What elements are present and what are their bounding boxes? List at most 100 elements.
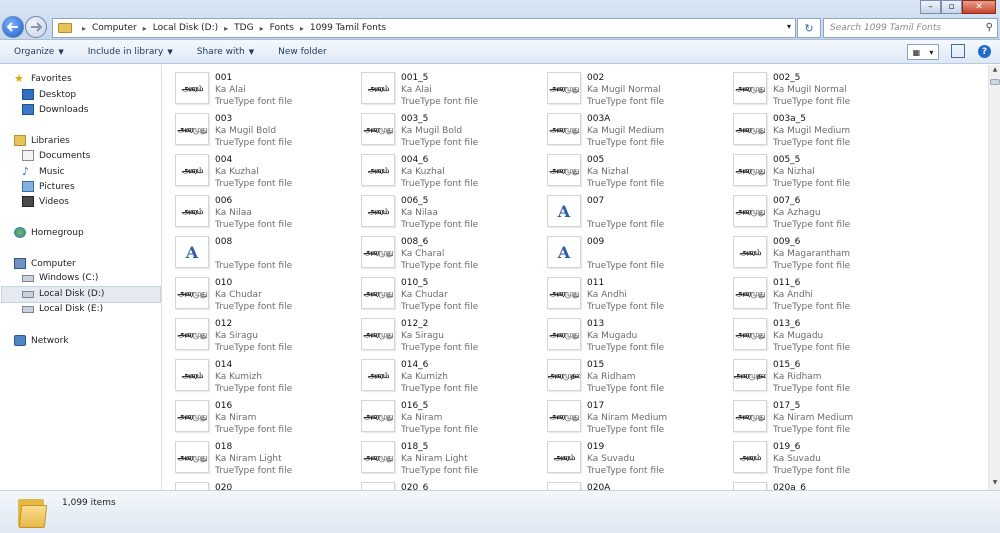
font-name: Ka Niram Medium — [773, 413, 854, 423]
refresh-button[interactable]: ↻ — [797, 18, 821, 38]
chevron-down-icon[interactable]: ▾ — [787, 22, 791, 31]
file-item[interactable]: அகரமுது 003A Ka Mugil Medium TrueType font … — [535, 108, 715, 148]
organize-button[interactable]: Organize ▼ — [12, 47, 66, 57]
breadcrumb-1099-tamil-fonts[interactable]: 1099 Tamil Fonts — [310, 23, 386, 33]
file-item[interactable]: அகரமுது 010_5 Ka Chudar TrueType font file — [349, 272, 529, 312]
nav-documents[interactable]: Documents — [22, 150, 90, 161]
file-item[interactable]: அகரமுது 016 Ka Niram TrueType font file — [163, 395, 343, 435]
breadcrumb-computer[interactable]: Computer ▸ — [92, 23, 147, 33]
file-item[interactable]: அகரம் 014 Ka Kumizh TrueType font file — [163, 354, 343, 394]
close-button[interactable]: ✕ — [962, 0, 996, 14]
file-item[interactable]: 020A — [535, 477, 715, 490]
file-item[interactable]: அகரம் 001 Ka Alai TrueType font file — [163, 67, 343, 107]
file-item[interactable]: அகரமுது 003 Ka Mugil Bold TrueType font fil… — [163, 108, 343, 148]
file-item[interactable]: அகரம் 001_5 Ka Alai TrueType font file — [349, 67, 529, 107]
file-item[interactable]: அகரமுது 017 Ka Niram Medium TrueType font f… — [535, 395, 715, 435]
include-in-library-button[interactable]: Include in library ▼ — [86, 47, 175, 57]
file-type: TrueType font file — [587, 138, 665, 148]
nav-local-disk-d[interactable]: Local Disk (D:) — [22, 289, 104, 299]
file-item[interactable]: அகரமுது 018 Ka Niram Light TrueType font fi… — [163, 436, 343, 476]
address-bar[interactable]: ▸ Computer ▸ Local Disk (D:) ▸ TDG ▸ Fonts ▸… — [52, 18, 796, 38]
file-type: TrueType font file — [215, 261, 293, 271]
file-item[interactable]: அகரமுது 017_5 Ka Niram Medium TrueType font… — [721, 395, 901, 435]
font-preview-glyph: அகரம் — [739, 246, 762, 257]
file-name: 018 — [215, 442, 233, 452]
file-name: 014 — [215, 360, 233, 370]
preview-pane-button[interactable] — [951, 44, 965, 58]
file-name: 018_5 — [401, 442, 429, 452]
file-item[interactable]: அகரமுது 008_6 Ka Charal TrueType font file — [349, 231, 529, 271]
nav-desktop[interactable]: Desktop — [22, 89, 76, 100]
share-with-button[interactable]: Share with ▼ — [195, 47, 256, 57]
file-item[interactable]: அகரமுதல 015 Ka Ridham TrueType font file — [535, 354, 715, 394]
file-item[interactable]: அகரமுது 010 Ka Chudar TrueType font file — [163, 272, 343, 312]
file-item[interactable]: அகரம் 019_6 Ka Suvadu TrueType font file — [721, 436, 901, 476]
file-item[interactable]: அகரம் 019 Ka Suvadu TrueType font file — [535, 436, 715, 476]
nav-local-disk-e[interactable]: Local Disk (E:) — [22, 304, 103, 314]
file-item[interactable]: 020a_6 — [721, 477, 901, 490]
nav-windows-c[interactable]: Windows (C:) — [22, 273, 98, 283]
file-item[interactable]: அகரம் 006_5 Ka Nilaa TrueType font file — [349, 190, 529, 230]
file-item[interactable]: A 007 TrueType font file — [535, 190, 715, 230]
nav-pictures[interactable]: Pictures — [22, 181, 75, 192]
forward-arrow-icon — [31, 22, 42, 32]
nav-music[interactable]: ♪ Music — [22, 166, 65, 177]
file-item[interactable]: அகரமுது 007_6 Ka Azhagu TrueType font file — [721, 190, 901, 230]
scroll-up-arrow-icon[interactable]: ▲ — [990, 66, 1000, 76]
file-item[interactable]: அகரமுது 013_6 Ka Mugadu TrueType font file — [721, 313, 901, 353]
file-item[interactable]: அகரமுது 011_6 Ka Andhi TrueType font file — [721, 272, 901, 312]
search-input[interactable]: Search 1099 Tamil Fonts ⚲ — [823, 18, 998, 38]
maximize-button[interactable]: ▫ — [941, 0, 962, 14]
back-button[interactable] — [2, 16, 24, 38]
nav-favorites[interactable]: ★ Favorites — [14, 73, 72, 84]
breadcrumb-local-disk[interactable]: Local Disk (D:) ▸ — [153, 23, 228, 33]
file-item[interactable]: அகரம் 006 Ka Nilaa TrueType font file — [163, 190, 343, 230]
file-item[interactable]: அகரமுதல 015_6 Ka Ridham TrueType font file — [721, 354, 901, 394]
file-name: 009_6 — [773, 237, 801, 247]
font-preview-glyph: அகரமுது — [549, 123, 580, 134]
folder-icon — [58, 23, 72, 33]
forward-button[interactable] — [25, 16, 47, 38]
vertical-scrollbar[interactable]: ▲ ▼ — [988, 65, 1000, 490]
breadcrumb-fonts[interactable]: Fonts ▸ — [270, 23, 304, 33]
font-preview-thumbnail: A — [547, 195, 581, 227]
nav-libraries[interactable]: Libraries — [14, 135, 70, 146]
file-item[interactable]: A 008 TrueType font file — [163, 231, 343, 271]
nav-homegroup[interactable]: Homegroup — [14, 227, 84, 238]
file-item[interactable]: அகரமுது 012_2 Ka Siragu TrueType font file — [349, 313, 529, 353]
file-item[interactable]: A 009 TrueType font file — [535, 231, 715, 271]
nav-videos[interactable]: Videos — [22, 196, 69, 207]
pictures-icon — [22, 181, 34, 192]
help-button[interactable]: ? — [978, 45, 991, 58]
file-item[interactable]: அகரம் 004_6 Ka Kuzhal TrueType font file — [349, 149, 529, 189]
change-view-button[interactable]: ▦ ▾ — [907, 44, 939, 60]
file-item[interactable]: அகரமுது 013 Ka Mugadu TrueType font file — [535, 313, 715, 353]
file-item[interactable]: 020 — [163, 477, 343, 490]
breadcrumb-tdg[interactable]: TDG ▸ — [234, 23, 263, 33]
back-arrow-icon — [7, 22, 18, 32]
file-item[interactable]: அகரமுது 011 Ka Andhi TrueType font file — [535, 272, 715, 312]
file-item[interactable]: அகரமுது 012 Ka Siragu TrueType font file — [163, 313, 343, 353]
file-item[interactable]: அகரம் 014_6 Ka Kumizh TrueType font file — [349, 354, 529, 394]
new-folder-button[interactable]: New folder — [276, 47, 329, 57]
scroll-thumb[interactable] — [990, 79, 1000, 85]
file-item[interactable]: அகரமுது 016_5 Ka Niram TrueType font file — [349, 395, 529, 435]
minimize-button[interactable]: – — [920, 0, 941, 14]
file-item[interactable]: அகரமுது 002_5 Ka Mugil Normal TrueType font… — [721, 67, 901, 107]
file-item[interactable]: அகரமுது 003a_5 Ka Mugil Medium TrueType fon… — [721, 108, 901, 148]
file-item[interactable]: அகரமுது 005_5 Ka Nizhal TrueType font file — [721, 149, 901, 189]
nav-downloads[interactable]: Downloads — [22, 104, 88, 115]
file-item[interactable]: 020_6 — [349, 477, 529, 490]
file-item[interactable]: அகரம் 004 Ka Kuzhal TrueType font file — [163, 149, 343, 189]
file-item[interactable]: அகரமுது 003_5 Ka Mugil Bold TrueType font f… — [349, 108, 529, 148]
file-item[interactable]: அகரமுது 005 Ka Nizhal TrueType font file — [535, 149, 715, 189]
font-preview-glyph: அகரம் — [181, 369, 204, 380]
file-item[interactable]: அகரமுது 002 Ka Mugil Normal TrueType font f… — [535, 67, 715, 107]
nav-computer[interactable]: Computer — [14, 258, 76, 269]
font-preview-thumbnail: அகரமுது — [733, 72, 767, 104]
font-preview-glyph: அகரமுது — [735, 328, 766, 339]
scroll-down-arrow-icon[interactable]: ▼ — [990, 479, 1000, 489]
nav-network[interactable]: Network — [14, 335, 69, 346]
file-item[interactable]: அகரமுது 018_5 Ka Niram Light TrueType font … — [349, 436, 529, 476]
file-item[interactable]: அகரம் 009_6 Ka Magarantham TrueType font fi… — [721, 231, 901, 271]
